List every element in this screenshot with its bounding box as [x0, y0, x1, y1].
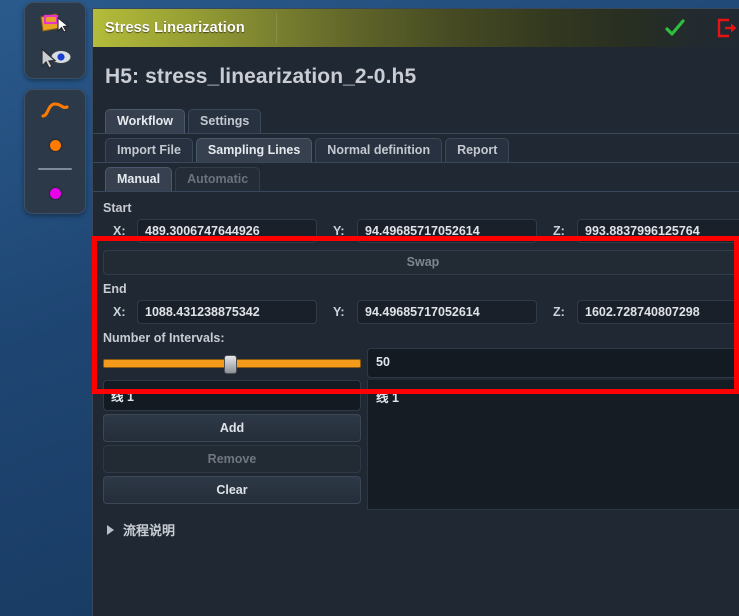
intervals-section: Number of Intervals: 50: [93, 327, 739, 378]
end-y-input[interactable]: 94.49685717052614: [357, 300, 537, 324]
lines-actions: 线 1 Add Remove Clear: [103, 380, 367, 510]
sampling-coordinates: Start X: 489.3006747644926 Y: 94.4968571…: [93, 192, 739, 327]
process-description-label: 流程说明: [123, 523, 176, 538]
start-x-label: X:: [113, 224, 126, 238]
exit-door-icon: [717, 18, 737, 38]
lines-list[interactable]: 线 1: [367, 380, 739, 510]
start-x-input[interactable]: 489.3006747644926: [137, 219, 317, 243]
magenta-point-icon: [49, 187, 61, 199]
remove-line-button: Remove: [103, 445, 361, 473]
intervals-slider[interactable]: [103, 348, 367, 378]
tab-manual[interactable]: Manual: [105, 166, 173, 191]
pick-point-tool-button[interactable]: [32, 44, 78, 72]
start-y-label: Y:: [333, 224, 345, 238]
intervals-label: Number of Intervals:: [103, 331, 225, 345]
end-z-label: Z:: [553, 305, 565, 319]
orange-point-button[interactable]: [32, 131, 78, 159]
tab-workflow[interactable]: Workflow: [105, 108, 186, 133]
start-y-input[interactable]: 94.49685717052614: [357, 219, 537, 243]
tab-row-primary: Workflow Settings: [93, 105, 739, 134]
panel-title-bar: Stress Linearization: [93, 9, 739, 47]
rail-divider: [38, 168, 72, 170]
title-bar-actions: [664, 9, 738, 47]
end-coordinate-row: X: 1088.431238875342 Y: 94.4968571705261…: [93, 298, 739, 327]
tab-import-file[interactable]: Import File: [105, 137, 193, 162]
tab-automatic: Automatic: [175, 166, 261, 191]
start-z-input[interactable]: 993.8837996125764: [577, 219, 739, 243]
end-section-label: End: [103, 282, 127, 296]
tool-group-selection: [24, 2, 86, 79]
intervals-value-input[interactable]: 50: [367, 348, 739, 378]
app-window: Stress Linearization H5: stress_lineariz…: [0, 0, 739, 616]
panel-body: H5: stress_linearization_2-0.h5 Workflow…: [93, 47, 739, 539]
end-y-label: Y:: [333, 305, 345, 319]
list-item[interactable]: 线 1: [376, 386, 739, 407]
page-title: H5: stress_linearization_2-0.h5: [105, 65, 417, 88]
clear-lines-button[interactable]: Clear: [103, 476, 361, 504]
pick-point-icon: [41, 47, 72, 69]
panel-title: Stress Linearization: [105, 20, 245, 36]
surface-select-icon: [40, 13, 70, 33]
tool-rail: [24, 0, 86, 214]
intervals-slider-track: [103, 354, 361, 374]
end-z-input[interactable]: 1602.728740807298: [577, 300, 739, 324]
orange-point-icon: [49, 139, 61, 151]
end-x-label: X:: [113, 305, 126, 319]
check-icon: [665, 19, 685, 36]
line-name-input[interactable]: 线 1: [103, 380, 361, 411]
surface-select-tool-button[interactable]: [32, 9, 78, 37]
magenta-point-button[interactable]: [32, 179, 78, 207]
swap-button[interactable]: Swap: [103, 250, 739, 275]
tab-settings[interactable]: Settings: [188, 108, 262, 133]
chevron-right-icon: [107, 524, 114, 535]
tab-row-mode: Manual Automatic: [93, 163, 739, 192]
tab-sampling-lines[interactable]: Sampling Lines: [195, 137, 313, 162]
add-line-button[interactable]: Add: [103, 414, 361, 442]
end-x-input[interactable]: 1088.431238875342: [137, 300, 317, 324]
confirm-button[interactable]: [664, 18, 686, 38]
curve-icon: [41, 102, 69, 118]
intervals-controls: 50: [103, 348, 739, 378]
stress-linearization-panel: Stress Linearization H5: stress_lineariz…: [92, 8, 739, 616]
curve-tool-button[interactable]: [32, 96, 78, 124]
tab-row-workflow-steps: Import File Sampling Lines Normal defini…: [93, 134, 739, 163]
start-section-label: Start: [103, 201, 132, 215]
lines-section: 线 1 Add Remove Clear 线 1: [93, 378, 739, 510]
tool-group-plot: [24, 89, 86, 214]
tab-normal-definition[interactable]: Normal definition: [315, 137, 443, 162]
start-coordinate-row: X: 489.3006747644926 Y: 94.4968571705261…: [93, 217, 739, 246]
close-panel-button[interactable]: [716, 17, 738, 39]
start-z-label: Z:: [553, 224, 565, 238]
process-description-expander[interactable]: 流程说明: [93, 510, 739, 539]
intervals-slider-handle[interactable]: [224, 354, 238, 374]
tab-report[interactable]: Report: [445, 137, 510, 162]
